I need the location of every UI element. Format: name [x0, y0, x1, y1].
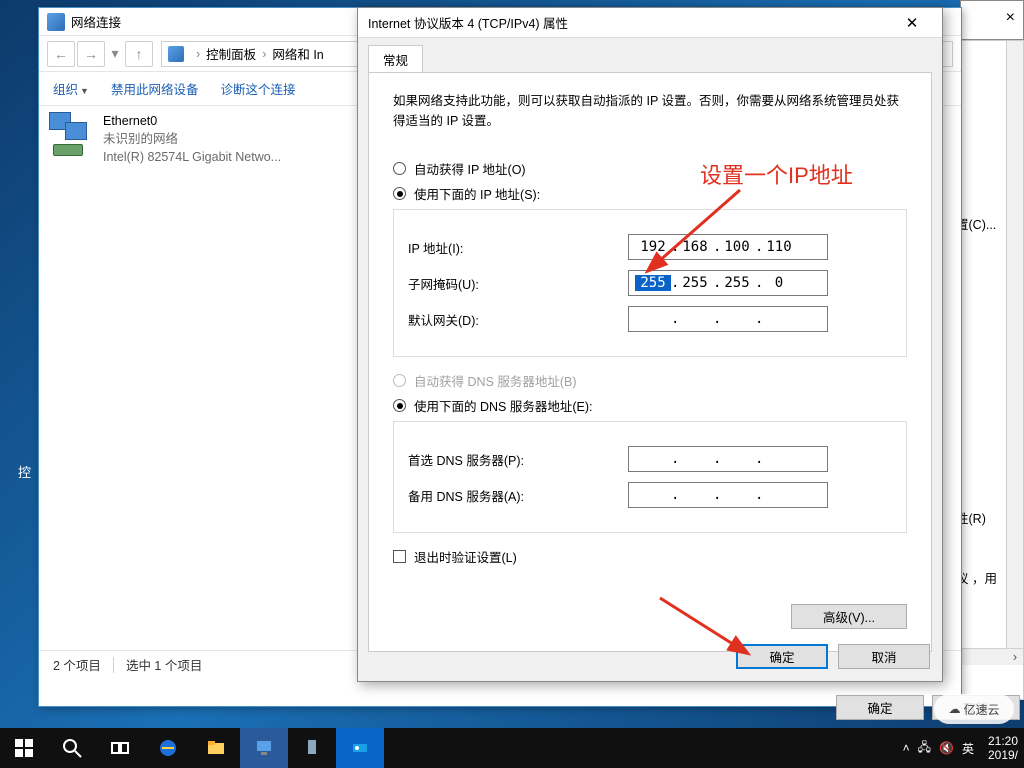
subnet-mask-input[interactable]: 255. 255. 255. 0 [628, 270, 828, 296]
adapter-driver: Intel(R) 82574L Gigabit Netwo... [103, 148, 281, 166]
label-gateway: 默认网关(D): [408, 310, 628, 329]
close-icon[interactable]: × [1006, 9, 1015, 27]
window-title: 网络连接 [71, 12, 121, 31]
ip-address-input[interactable]: 192. 168. 100. 110 [628, 234, 828, 260]
history-dropdown[interactable]: ▾ [107, 41, 123, 67]
watermark-badge: ☁ 亿速云 [934, 694, 1014, 724]
annotation-set-ip: 设置一个IP地址 [700, 158, 853, 190]
background-window-titlebar: × [960, 0, 1024, 40]
breadcrumb-item[interactable]: 网络和 In [272, 44, 323, 63]
taskbar-app-explorer[interactable] [192, 728, 240, 768]
taskbar-app-server[interactable] [288, 728, 336, 768]
ipv4-properties-dialog: Internet 协议版本 4 (TCP/IPv4) 属性 ✕ 常规 如果网络支… [357, 7, 943, 682]
radio-auto-dns: 自动获得 DNS 服务器地址(B) [393, 371, 907, 390]
advanced-button[interactable]: 高级(V)... [791, 604, 907, 629]
back-button[interactable]: ← [47, 41, 75, 67]
dialog-titlebar[interactable]: Internet 协议版本 4 (TCP/IPv4) 属性 ✕ [358, 8, 942, 38]
item-count: 2 个项目 [53, 655, 101, 674]
volume-tray-icon[interactable]: 🔇 [939, 741, 954, 755]
tab-general[interactable]: 常规 [368, 45, 423, 73]
dns-primary-input[interactable]: ... [628, 446, 828, 472]
dns-group: 首选 DNS 服务器(P): ... 备用 DNS 服务器(A): ... [393, 421, 907, 533]
adapter-item-ethernet0[interactable]: Ethernet0 未识别的网络 Intel(R) 82574L Gigabit… [39, 106, 339, 172]
label-subnet-mask: 子网掩码(U): [408, 274, 628, 293]
dialog-title: Internet 协议版本 4 (TCP/IPv4) 属性 [368, 13, 568, 32]
validate-on-exit-checkbox[interactable]: 退出时验证设置(L) [393, 547, 907, 566]
forward-button: → [77, 41, 105, 67]
taskbar-app-ie[interactable] [144, 728, 192, 768]
label-dns-alt: 备用 DNS 服务器(A): [408, 486, 628, 505]
radio-icon [393, 374, 406, 387]
search-button[interactable] [48, 728, 96, 768]
radio-manual-dns[interactable]: 使用下面的 DNS 服务器地址(E): [393, 396, 907, 415]
taskbar-clock[interactable]: 21:20 2019/ [982, 734, 1024, 763]
label-dns-primary: 首选 DNS 服务器(P): [408, 450, 628, 469]
breadcrumb-item[interactable]: 控制面板 [206, 44, 256, 63]
ime-indicator[interactable]: 英 [962, 740, 974, 757]
diagnose-button[interactable]: 诊断这个连接 [220, 79, 295, 98]
dns-alt-input[interactable]: ... [628, 482, 828, 508]
taskbar-app-settings[interactable] [336, 728, 384, 768]
adapter-status: 未识别的网络 [103, 130, 281, 148]
scrollbar-vertical[interactable] [1006, 41, 1023, 665]
label-ip: IP 地址(I): [408, 238, 628, 257]
adapter-name: Ethernet0 [103, 112, 281, 130]
organize-menu[interactable]: 组织▼ [53, 79, 89, 98]
network-icon [47, 13, 65, 31]
checkbox-icon [393, 550, 406, 563]
ok-button[interactable]: 确定 [836, 695, 924, 720]
up-button[interactable]: ↑ [125, 41, 153, 67]
control-panel-icon [168, 46, 184, 62]
chevron-right-icon: › [262, 47, 266, 61]
system-tray[interactable]: ˄ 🖧 🔇 英 [895, 738, 982, 759]
disable-device-button[interactable]: 禁用此网络设备 [111, 79, 199, 98]
taskbar-app-network[interactable] [240, 728, 288, 768]
adapter-icon [47, 112, 97, 162]
start-button[interactable] [0, 728, 48, 768]
scroll-right-icon[interactable]: › [1007, 650, 1023, 664]
ip-group: IP 地址(I): 192. 168. 100. 110 子网掩码(U): 25… [393, 209, 907, 357]
cancel-button[interactable]: 取消 [838, 644, 930, 669]
chevron-right-icon: › [196, 47, 200, 61]
taskbar[interactable]: ˄ 🖧 🔇 英 21:20 2019/ [0, 728, 1024, 768]
cloud-icon: ☁ [948, 702, 960, 716]
desktop-text: 控 [18, 462, 31, 481]
ok-button[interactable]: 确定 [736, 644, 828, 669]
default-gateway-input[interactable]: ... [628, 306, 828, 332]
tab-strip: 常规 [358, 38, 942, 72]
tray-chevron-up-icon[interactable]: ˄ [903, 741, 910, 755]
radio-icon [393, 162, 406, 175]
selection-count: 选中 1 个项目 [126, 655, 202, 674]
dialog-buttons: 确定 取消 [736, 644, 930, 669]
task-view-button[interactable] [96, 728, 144, 768]
radio-icon [393, 187, 406, 200]
radio-icon [393, 399, 406, 412]
network-tray-icon[interactable]: 🖧 [918, 738, 931, 759]
description-text: 如果网络支持此功能，则可以获取自动指派的 IP 设置。否则，你需要从网络系统管理… [393, 91, 907, 131]
close-button[interactable]: ✕ [892, 9, 932, 37]
